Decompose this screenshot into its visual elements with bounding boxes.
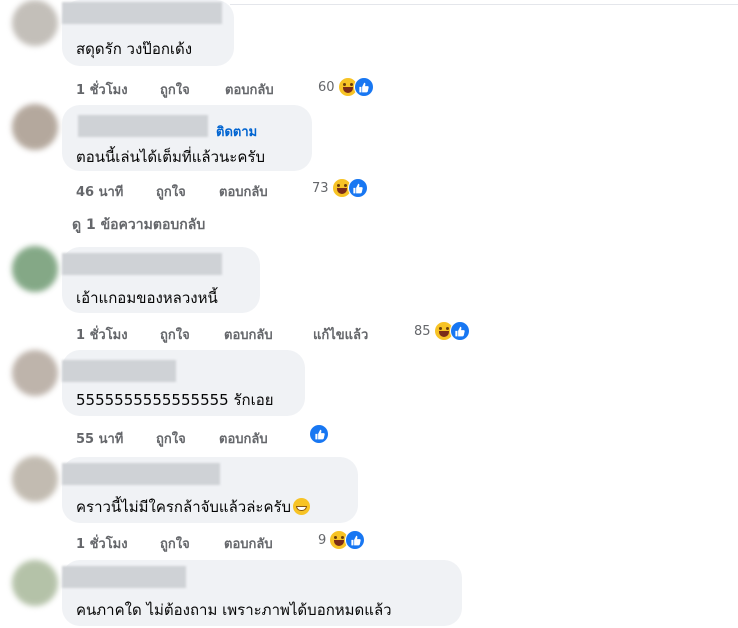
comment-bubble: คราวนี้ไม่มีใครกล้าจับแล้วล่ะครับ xyxy=(62,457,358,523)
avatar[interactable] xyxy=(12,246,58,292)
timestamp[interactable]: 1 ชั่วโมง xyxy=(76,79,128,100)
like-button[interactable]: ถูกใจ xyxy=(160,533,190,554)
like-button[interactable]: ถูกใจ xyxy=(156,181,186,202)
avatar[interactable] xyxy=(12,350,58,396)
comment-text: สดุดรัก วงป๊อกเด้ง xyxy=(76,40,193,58)
reaction-summary[interactable]: 9 xyxy=(318,529,366,551)
avatar[interactable] xyxy=(12,0,58,46)
like-button[interactable]: ถูกใจ xyxy=(160,324,190,345)
commenter-name[interactable] xyxy=(62,2,222,24)
view-replies-link[interactable]: ดู 1 ข้อความตอบกลับ xyxy=(72,214,205,236)
commenter-name[interactable] xyxy=(78,115,208,137)
like-thumb-icon xyxy=(345,530,366,550)
comment-text: คราวนี้ไม่มีใครกล้าจับแล้วล่ะครับ xyxy=(76,495,311,519)
like-thumb-icon xyxy=(309,424,329,444)
comment-text: ตอนนี้เล่นได้เต็มที่แล้วนะครับ xyxy=(76,148,265,166)
avatar[interactable] xyxy=(12,104,58,150)
reply-button[interactable]: ตอบกลับ xyxy=(225,79,274,100)
comment-bubble: สดุดรัก วงป๊อกเด้ง xyxy=(62,0,234,66)
comment-bubble: เอ้าแกอมของหลวงหนี้ xyxy=(62,247,260,313)
reaction-count: 60 xyxy=(318,79,335,95)
reaction-summary[interactable] xyxy=(309,423,329,445)
like-button[interactable]: ถูกใจ xyxy=(160,79,190,100)
reply-button[interactable]: ตอบกลับ xyxy=(219,181,268,202)
comment-text: เอ้าแกอมของหลวงหนี้ xyxy=(76,289,218,307)
commenter-name[interactable] xyxy=(62,566,186,588)
timestamp[interactable]: 55 นาที xyxy=(76,428,123,449)
grin-emoji-icon xyxy=(293,498,311,515)
reply-button[interactable]: ตอบกลับ xyxy=(224,533,273,554)
comment-bubble: 5555555555555555 รักเอย xyxy=(62,350,305,416)
timestamp[interactable]: 46 นาที xyxy=(76,181,123,202)
edited-label[interactable]: แก้ไขแล้ว xyxy=(313,324,368,345)
reaction-summary[interactable]: 85 xyxy=(414,320,470,342)
commenter-name[interactable] xyxy=(62,253,222,275)
comment-text-content: คราวนี้ไม่มีใครกล้าจับแล้วล่ะครับ xyxy=(76,498,292,516)
reply-button[interactable]: ตอบกลับ xyxy=(224,324,273,345)
reply-button[interactable]: ตอบกลับ xyxy=(219,428,268,449)
comment-text: คนภาคใด ไม่ต้องถาม เพราะภาพได้บอกหมดแล้ว xyxy=(76,601,392,619)
follow-link[interactable]: ติดตาม xyxy=(216,121,257,142)
reaction-count: 9 xyxy=(318,532,327,548)
timestamp[interactable]: 1 ชั่วโมง xyxy=(76,533,128,554)
like-button[interactable]: ถูกใจ xyxy=(156,428,186,449)
reaction-count: 85 xyxy=(414,323,431,339)
comment-text: 5555555555555555 รักเอย xyxy=(76,391,274,409)
comment-bubble: คนภาคใด ไม่ต้องถาม เพราะภาพได้บอกหมดแล้ว xyxy=(62,560,462,626)
timestamp[interactable]: 1 ชั่วโมง xyxy=(76,324,128,345)
divider xyxy=(230,4,738,5)
like-thumb-icon xyxy=(353,77,374,97)
avatar[interactable] xyxy=(12,560,58,606)
like-thumb-icon xyxy=(449,321,470,341)
reaction-summary[interactable]: 73 xyxy=(312,177,368,199)
avatar[interactable] xyxy=(12,456,58,502)
like-thumb-icon xyxy=(347,178,368,198)
commenter-name[interactable] xyxy=(62,360,176,382)
reaction-count: 73 xyxy=(312,180,329,196)
commenter-name[interactable] xyxy=(62,463,220,485)
reaction-summary[interactable]: 60 xyxy=(318,76,374,98)
comment-bubble: ติดตาม ตอนนี้เล่นได้เต็มที่แล้วนะครับ xyxy=(62,105,312,171)
